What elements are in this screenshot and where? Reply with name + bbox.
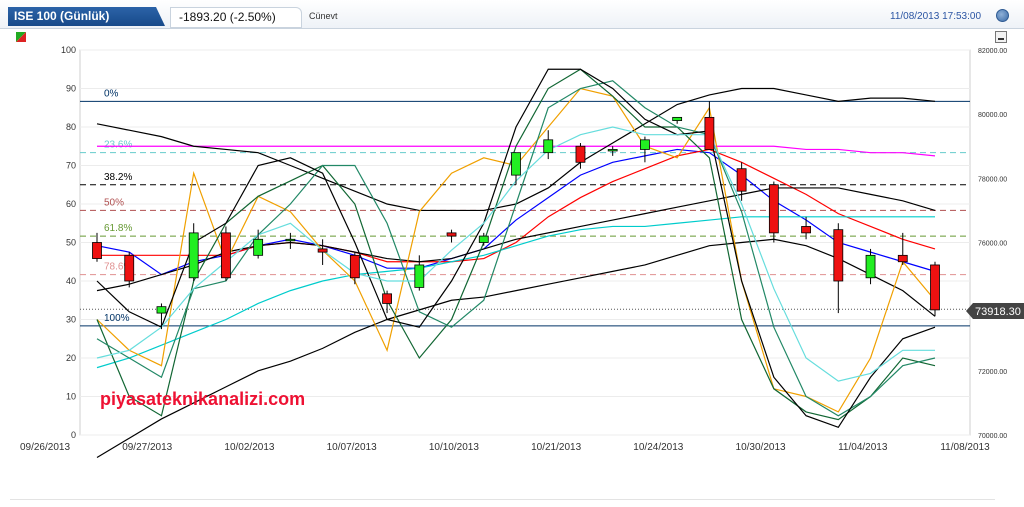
refresh-icon[interactable] [996,9,1009,22]
price-change-box: -1893.20 (-2.50%) [170,7,302,28]
candle-body [575,145,586,163]
candle-body [833,229,844,282]
candle-body [865,254,876,279]
right-tick-label: 76000.00 [978,241,1007,248]
left-tick-label: 100 [61,45,76,55]
candle-body [221,232,231,279]
price-chart: 0%23.6%38.2%50%61.8%78.6%100% 0102030405… [20,45,1024,458]
x-tick-label: 09/26/2013 [20,442,70,453]
candle-body [930,264,940,311]
candle-body [607,149,618,152]
candle-body [736,168,747,192]
candle-body [897,254,908,263]
right-tick-label: 78000.00 [978,176,1007,183]
chart-title-tab[interactable]: ISE 100 (Günlük) [8,7,165,26]
chart-title: ISE 100 (Günlük) [14,9,110,23]
x-tick-label: 10/30/2013 [736,442,786,453]
candle-body [672,116,683,121]
footer-divider [10,499,995,500]
right-tick-label: 82000.00 [978,48,1007,55]
candle-body [382,293,392,304]
candle-body [478,235,489,243]
candle-body [188,232,199,279]
fib-label: 23.6% [104,140,132,151]
candle-body [92,242,102,259]
last-price-label: 73918.30 [975,306,1021,318]
x-tick-label: 11/04/2013 [838,442,888,453]
candle-body [543,139,554,154]
x-tick-label: 10/24/2013 [633,442,683,453]
x-tick-label: 10/21/2013 [531,442,581,453]
fib-label: 0% [104,88,119,99]
x-tick-label: 10/02/2013 [224,442,274,453]
candle-body [446,232,457,237]
left-tick-label: 50 [66,238,76,248]
price-change: -1893.20 (-2.50%) [179,10,276,24]
candle-body [704,116,715,150]
right-tick-label: 70000.00 [978,433,1007,440]
candle-body [285,238,296,242]
candle-body [640,139,650,150]
candle-body [253,238,264,256]
left-tick-label: 80 [66,122,76,132]
candle-body [801,226,811,234]
left-tick-label: 0 [71,430,76,440]
right-tick-label: 72000.00 [978,369,1007,376]
timestamp: 11/08/2013 17:53:00 [890,11,982,22]
watermark: piyasateknikanalizi.com [100,389,305,409]
x-tick-label: 09/27/2013 [122,442,172,453]
fib-label: 38.2% [104,172,132,183]
x-tick-label: 10/10/2013 [429,442,479,453]
update-label: Cünevt [309,11,338,21]
left-tick-label: 10 [66,392,76,402]
fib-label: 50% [104,197,124,208]
left-tick-label: 90 [66,84,76,94]
candle-body [349,254,360,279]
left-tick-label: 30 [66,315,76,325]
candle-body [414,264,425,288]
x-tick-label: 10/07/2013 [327,442,377,453]
left-tick-label: 40 [66,276,76,286]
candle-body [156,306,167,314]
last-price-tag: 73918.30 [966,303,1024,319]
candle-body [124,254,135,282]
candle-body [317,248,328,253]
x-tick-label: 11/08/2013 [940,442,990,453]
left-tick-label: 60 [66,199,76,209]
fib-label: 100% [104,313,130,324]
left-tick-label: 20 [66,353,76,363]
fib-label: 61.8% [104,223,132,234]
candle-body [511,152,521,176]
left-tick-label: 70 [66,161,76,171]
candle-body [768,184,779,234]
right-tick-label: 80000.00 [978,112,1007,119]
chart-header: ISE 100 (Günlük) -1893.20 (-2.50%) Cünev… [0,0,1024,29]
